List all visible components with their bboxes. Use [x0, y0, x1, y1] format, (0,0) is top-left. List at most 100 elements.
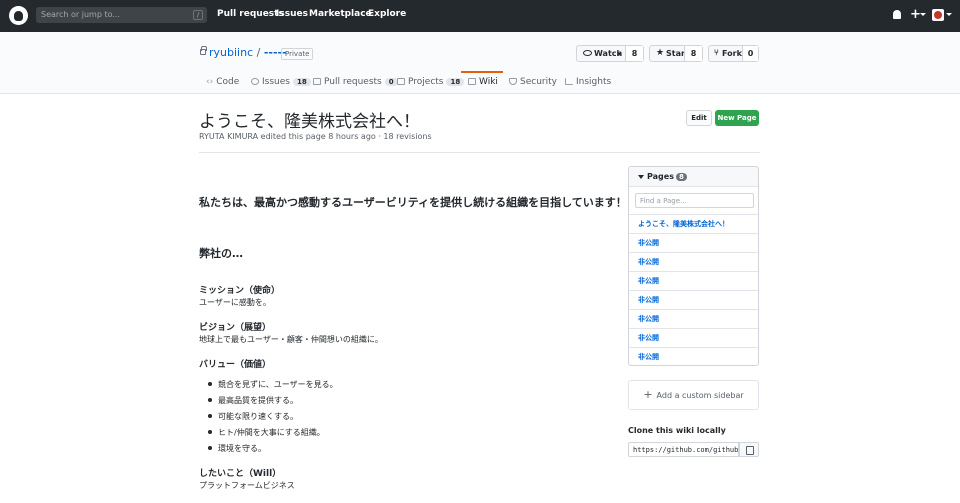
- pages-count: 8: [675, 173, 687, 181]
- page-link-label: ようこそ、隆美株式会社へ！: [638, 220, 729, 228]
- tab-security[interactable]: Security: [509, 77, 557, 87]
- add-custom-sidebar-label: Add a custom sidebar: [656, 391, 744, 400]
- page-title: ようこそ、隆美株式会社へ！: [199, 112, 420, 132]
- chevron-down-icon: [617, 53, 621, 56]
- page-link-label: 非公開: [638, 277, 659, 285]
- page-meta[interactable]: RYUTA KIMURA edited this page 8 hours ag…: [199, 132, 432, 141]
- tab-issues-label: Issues: [262, 77, 290, 87]
- will-text: プラットフォームビジネス: [199, 481, 295, 490]
- nav-marketplace[interactable]: Marketplace: [309, 9, 372, 19]
- pages-panel: Pages 8 Find a Page… ようこそ、隆美株式会社へ！ 非公開 非公…: [628, 166, 759, 366]
- fork-label: Fork: [722, 49, 742, 58]
- new-page-button[interactable]: New Page: [715, 110, 759, 126]
- chevron-down-icon[interactable]: [920, 13, 926, 16]
- eye-icon: [583, 50, 592, 56]
- private-badge: Private: [281, 48, 314, 60]
- tab-security-label: Security: [520, 77, 557, 87]
- list-item: 環境を守る。: [218, 444, 266, 453]
- page-link[interactable]: 非公開: [629, 290, 758, 309]
- value-heading: バリュー（価値）: [199, 360, 272, 370]
- tab-projects-count: 18: [446, 78, 465, 86]
- nav-issues[interactable]: Issues: [276, 9, 308, 19]
- tab-issues-count: 18: [292, 78, 311, 86]
- tab-issues[interactable]: Issues 18: [251, 77, 311, 87]
- clone-title: Clone this wiki locally: [628, 426, 726, 435]
- bullet-icon: [208, 430, 212, 434]
- divider: [199, 152, 760, 153]
- mission-text: ユーザーに感動を。: [199, 298, 271, 307]
- pages-header[interactable]: Pages 8: [629, 167, 758, 187]
- list-item: 競合を見ずに、ユーザーを見る。: [218, 380, 338, 389]
- vision-text: 地球上で最もユーザー・顧客・仲間想いの組織に。: [199, 335, 383, 344]
- section-heading: 弊社の…: [199, 247, 243, 260]
- page-link-label: 非公開: [638, 353, 659, 361]
- shield-icon: [509, 78, 517, 85]
- lead-heading: 私たちは、最高かつ感動するユーザービリティを提供し続ける組織を目指しています！: [199, 196, 627, 209]
- issue-icon: [251, 78, 259, 85]
- github-logo-icon[interactable]: [9, 6, 28, 25]
- page-link-label: 非公開: [638, 258, 659, 266]
- nav-pull-requests[interactable]: Pull requests: [217, 9, 284, 19]
- tab-insights[interactable]: Insights: [565, 77, 611, 87]
- tab-code[interactable]: ‹› Code: [206, 77, 239, 87]
- slash-shortcut-icon: /: [193, 10, 203, 20]
- edit-button[interactable]: Edit: [686, 110, 712, 126]
- pull-request-icon: [313, 78, 321, 85]
- tab-insights-label: Insights: [576, 77, 612, 87]
- vision-heading: ビジョン（展望）: [199, 323, 272, 333]
- graph-icon: [565, 78, 573, 85]
- search-placeholder: Search or jump to...: [41, 10, 120, 19]
- watch-count[interactable]: 8: [625, 46, 643, 61]
- clipboard-copy-icon[interactable]: [739, 442, 759, 457]
- tab-pull-requests-label: Pull requests: [324, 77, 382, 87]
- tab-projects-label: Projects: [408, 77, 444, 87]
- book-icon: [468, 78, 476, 85]
- nav-explore[interactable]: Explore: [368, 9, 406, 19]
- fork-icon: ⑂: [714, 48, 719, 57]
- active-tab-indicator: [461, 71, 503, 73]
- page-link-label: 非公開: [638, 315, 659, 323]
- tab-projects[interactable]: Projects 18: [397, 77, 465, 87]
- page-link-label: 非公開: [638, 239, 659, 247]
- fork-count[interactable]: 0: [742, 46, 758, 61]
- plus-icon: +: [643, 388, 653, 401]
- clone-url-input[interactable]: https://github.com/github: [628, 442, 739, 457]
- page-link[interactable]: 非公開: [629, 233, 758, 252]
- page-link[interactable]: 非公開: [629, 347, 758, 365]
- pages-title: Pages 8: [647, 172, 687, 181]
- page-link[interactable]: 非公開: [629, 252, 758, 271]
- star-count[interactable]: 8: [684, 46, 702, 61]
- page-link[interactable]: 非公開: [629, 309, 758, 328]
- star-icon: ★: [656, 48, 665, 58]
- user-avatar[interactable]: [932, 9, 944, 21]
- bullet-icon: [208, 398, 212, 402]
- list-item: 最高品質を提供する。: [218, 396, 298, 405]
- bullet-icon: [208, 414, 212, 418]
- fork-button[interactable]: ⑂ Fork 0: [708, 45, 759, 62]
- code-icon: ‹›: [206, 77, 214, 87]
- lock-icon: [200, 46, 207, 55]
- star-button[interactable]: ★ Star 8: [649, 45, 703, 62]
- triangle-down-icon: [638, 175, 644, 179]
- chevron-down-icon[interactable]: [946, 13, 952, 16]
- bullet-icon: [208, 446, 212, 450]
- page-link-label: 非公開: [638, 334, 659, 342]
- repo-title: ryubiinc / -----: [209, 46, 287, 59]
- tab-pull-requests-count: 0: [384, 78, 398, 86]
- tab-wiki[interactable]: Wiki: [468, 77, 498, 87]
- page-link[interactable]: 非公開: [629, 328, 758, 347]
- tab-pull-requests[interactable]: Pull requests 0: [313, 77, 398, 87]
- page-link[interactable]: 非公開: [629, 271, 758, 290]
- add-custom-sidebar-button[interactable]: + Add a custom sidebar: [628, 380, 759, 410]
- find-page-input[interactable]: Find a Page…: [635, 193, 754, 208]
- repo-separator: /: [256, 46, 261, 59]
- repo-owner-link[interactable]: ryubiinc: [209, 46, 253, 59]
- project-icon: [397, 78, 405, 85]
- star-label: Star: [666, 49, 685, 58]
- page-link[interactable]: ようこそ、隆美株式会社へ！: [629, 214, 758, 233]
- search-input[interactable]: Search or jump to... /: [36, 7, 207, 23]
- pages-label: Pages: [647, 172, 674, 181]
- notification-bell-icon[interactable]: [893, 10, 901, 19]
- page-link-label: 非公開: [638, 296, 659, 304]
- watch-button[interactable]: Watch 8: [576, 45, 644, 62]
